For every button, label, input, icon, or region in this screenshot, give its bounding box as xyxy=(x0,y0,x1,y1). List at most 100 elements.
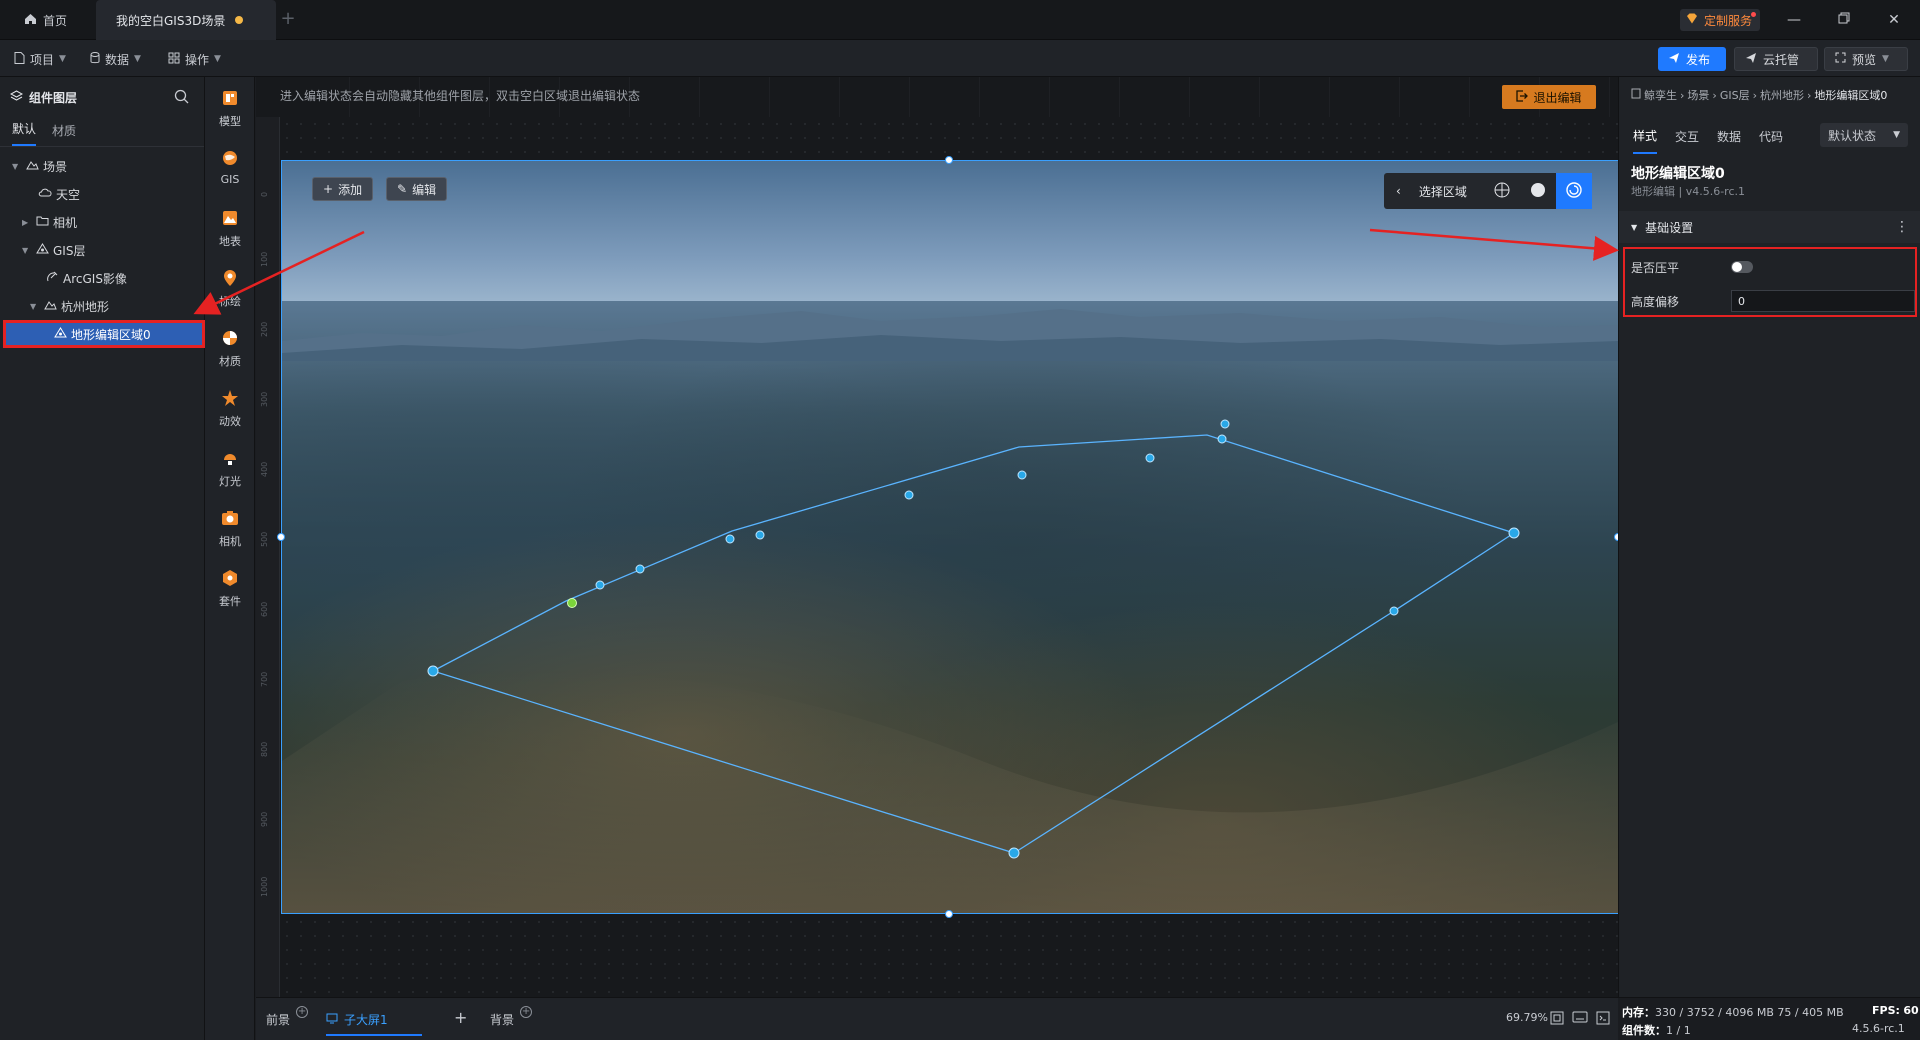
grid-icon xyxy=(168,52,180,67)
section-basic-settings[interactable]: ▼ 基础设置 ⋮ xyxy=(1619,211,1920,243)
tree-node-gis-layer[interactable]: ▼ GIS层 xyxy=(22,239,85,261)
layer-panel-title: 组件图层 xyxy=(29,90,78,105)
new-tab-button[interactable]: + xyxy=(278,10,298,30)
region-vertex[interactable] xyxy=(1008,847,1020,859)
edit-region-button[interactable]: ✎ 编辑 xyxy=(386,177,448,201)
tree-node-camera[interactable]: ▶ 相机 xyxy=(22,211,77,233)
region-vertex[interactable] xyxy=(1508,527,1520,539)
tab-scene[interactable]: 我的空白GIS3D场景 xyxy=(96,0,276,40)
satellite-icon xyxy=(46,271,59,286)
wireframe-globe-button[interactable] xyxy=(1484,173,1520,209)
tool-material[interactable]: 材质 xyxy=(205,329,255,375)
tool-kit[interactable]: 套件 xyxy=(205,569,255,615)
scene-viewport[interactable]: + 添加 ✎ 编辑 ‹ 选择区域 xyxy=(281,160,1619,914)
custom-service-button[interactable]: 定制服务 xyxy=(1680,9,1761,31)
cloud-hosting-button[interactable]: 云托管 xyxy=(1734,47,1818,71)
tree-node-scene[interactable]: ▼ 场景 xyxy=(12,155,67,177)
component-count-stat: 组件数：1 / 1 xyxy=(1622,1022,1691,1038)
resize-handle-top[interactable] xyxy=(945,156,953,164)
breadcrumb-item[interactable]: 鲸孪生 xyxy=(1644,87,1677,103)
state-select[interactable]: 默认状态 ▼ xyxy=(1820,123,1908,147)
foreground-tab[interactable]: 前景 + xyxy=(266,1005,309,1028)
restore-button[interactable] xyxy=(1832,8,1856,32)
menu-project[interactable]: 项目 ▼ xyxy=(14,49,66,69)
tool-marker[interactable]: 标绘 xyxy=(205,269,255,315)
select-region-dropdown[interactable]: ‹ 选择区域 xyxy=(1384,173,1484,209)
tool-light[interactable]: 灯光 xyxy=(205,449,255,495)
breadcrumb-item[interactable]: 杭州地形 xyxy=(1760,87,1804,103)
region-vertex[interactable] xyxy=(904,490,914,500)
tool-effect[interactable]: 动效 xyxy=(205,389,255,435)
tool-camera[interactable]: 相机 xyxy=(205,509,255,555)
monitor-icon xyxy=(326,1013,338,1027)
search-icon[interactable] xyxy=(174,89,190,105)
caret-right-icon[interactable]: ▶ xyxy=(22,218,32,227)
solid-mode-button[interactable] xyxy=(1520,173,1556,209)
terminal-icon[interactable] xyxy=(1596,1011,1610,1025)
minimize-button[interactable]: — xyxy=(1782,8,1806,32)
zoom-level[interactable]: 69.79% xyxy=(1506,1011,1548,1024)
tree-node-label: 相机 xyxy=(53,215,78,230)
breadcrumb-item[interactable]: 场景 xyxy=(1687,87,1709,103)
resize-handle-bottom[interactable] xyxy=(945,910,953,918)
region-vertex[interactable] xyxy=(725,534,735,544)
tab-material[interactable]: 材质 xyxy=(52,122,76,146)
tool-model[interactable]: 模型 xyxy=(205,89,255,135)
tab-style[interactable]: 样式 xyxy=(1633,117,1658,154)
caret-down-icon: ▼ xyxy=(1631,222,1638,232)
preview-label: 预览 xyxy=(1852,52,1877,67)
menu-data[interactable]: 数据 ▼ xyxy=(90,49,141,69)
tab-code[interactable]: 代码 xyxy=(1759,118,1783,153)
tree-node-terrain-region[interactable]: 地形编辑区域0 xyxy=(3,320,205,348)
height-offset-input[interactable] xyxy=(1731,290,1915,312)
preview-button[interactable]: 预览 ▼ xyxy=(1824,47,1908,71)
ruler-tick-label: 400 xyxy=(260,461,269,477)
tree-node-sky[interactable]: 天空 xyxy=(38,183,80,205)
region-vertex[interactable] xyxy=(755,530,765,540)
region-vertex[interactable] xyxy=(1389,606,1399,616)
menu-operate[interactable]: 操作 ▼ xyxy=(168,49,221,69)
caret-down-icon[interactable]: ▼ xyxy=(30,302,40,311)
region-vertex[interactable] xyxy=(1217,434,1227,444)
background-tab[interactable]: 背景 + xyxy=(490,1005,533,1028)
tab-home[interactable]: 首页 xyxy=(14,0,84,40)
tab-default[interactable]: 默认 xyxy=(12,120,37,146)
active-vertex[interactable] xyxy=(567,598,577,608)
fit-screen-icon[interactable] xyxy=(1550,1011,1564,1025)
close-window-button[interactable]: ✕ xyxy=(1882,8,1906,32)
tool-gis[interactable]: GIS xyxy=(205,149,255,195)
tree-node-hangzhou-terrain[interactable]: ▼ 杭州地形 xyxy=(30,295,109,317)
region-vertex[interactable] xyxy=(635,564,645,574)
region-vertex[interactable] xyxy=(595,580,605,590)
region-vertex[interactable] xyxy=(1220,419,1230,429)
region-vertex[interactable] xyxy=(1145,453,1155,463)
ruler-tick-label: 900 xyxy=(260,811,269,827)
tool-light-label: 灯光 xyxy=(219,475,241,488)
add-background-icon[interactable]: + xyxy=(520,1005,533,1018)
chevron-down-icon: ▼ xyxy=(134,54,141,64)
tab-interaction[interactable]: 交互 xyxy=(1675,118,1699,153)
tool-model-label: 模型 xyxy=(219,115,241,128)
region-vertex[interactable] xyxy=(1017,470,1027,480)
caret-down-icon[interactable]: ▼ xyxy=(22,246,32,255)
exit-edit-button[interactable]: 退出编辑 xyxy=(1502,85,1596,109)
flatten-toggle[interactable] xyxy=(1731,261,1753,273)
keyboard-icon[interactable] xyxy=(1572,1011,1588,1023)
ruler-tick-label: 0 xyxy=(260,191,269,197)
more-vertical-icon[interactable]: ⋮ xyxy=(1895,219,1909,235)
tool-surface[interactable]: 地表 xyxy=(205,209,255,255)
tree-node-arcgis[interactable]: ArcGIS影像 xyxy=(46,267,127,289)
add-foreground-icon[interactable]: + xyxy=(296,1005,309,1018)
region-vertex[interactable] xyxy=(427,665,439,677)
resize-handle-left[interactable] xyxy=(277,533,285,541)
subscreen-tab[interactable]: 子大屏1 xyxy=(326,1011,422,1036)
flatten-label: 是否压平 xyxy=(1631,260,1680,275)
caret-down-icon[interactable]: ▼ xyxy=(12,162,22,171)
breadcrumb-item[interactable]: GIS层 xyxy=(1720,87,1750,103)
rotate-mode-button[interactable] xyxy=(1556,173,1592,209)
tab-data[interactable]: 数据 xyxy=(1717,118,1741,153)
tool-surface-label: 地表 xyxy=(219,235,241,248)
add-point-button[interactable]: + 添加 xyxy=(312,177,374,201)
publish-button[interactable]: 发布 xyxy=(1658,47,1726,71)
add-screen-button[interactable]: + xyxy=(454,1008,467,1027)
